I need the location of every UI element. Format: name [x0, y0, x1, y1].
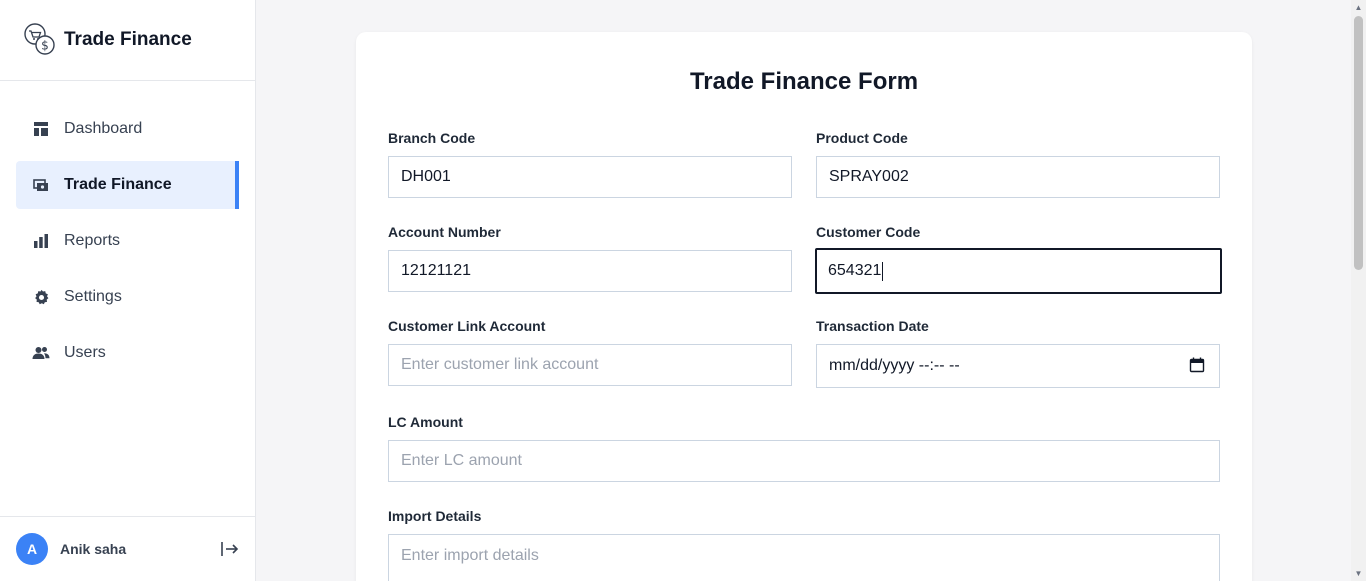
sidebar-item-users[interactable]: Users — [16, 329, 239, 377]
import-details-textarea[interactable]: Enter import details — [388, 534, 1220, 581]
user-name: Anik saha — [60, 541, 127, 557]
sidebar-item-settings[interactable]: Settings — [16, 273, 239, 321]
transaction-date-value: mm/dd/yyyy --:-- -- — [829, 357, 960, 374]
sidebar-item-label: Users — [64, 344, 106, 361]
logout-icon[interactable] — [220, 540, 240, 558]
branch-code-value: DH001 — [401, 168, 451, 185]
trade-finance-form-card: Trade Finance Form Branch Code DH001 Pro… — [356, 32, 1252, 581]
scrollbar-thumb[interactable] — [1354, 16, 1363, 270]
dashboard-icon — [32, 120, 50, 138]
customer-code-label: Customer Code — [816, 224, 921, 240]
sidebar-item-label: Reports — [64, 232, 121, 249]
import-details-placeholder: Enter import details — [401, 547, 539, 564]
trade-finance-icon — [32, 176, 50, 194]
page-scrollbar[interactable]: ▲ ▼ — [1351, 0, 1366, 581]
account-number-label: Account Number — [388, 224, 501, 240]
import-details-label: Import Details — [388, 508, 482, 524]
gear-icon — [32, 288, 50, 306]
account-number-value: 12121121 — [401, 262, 471, 279]
customer-link-account-label: Customer Link Account — [388, 318, 546, 334]
brand: $ Trade Finance — [0, 0, 255, 81]
customer-code-value: 654321 — [828, 262, 882, 279]
account-number-input[interactable]: 12121121 — [388, 250, 792, 292]
product-code-input[interactable]: SPRAY002 — [816, 156, 1220, 198]
customer-link-account-placeholder: Enter customer link account — [401, 356, 599, 373]
sidebar-item-label: Settings — [64, 288, 122, 305]
customer-link-account-input[interactable]: Enter customer link account — [388, 344, 792, 386]
sidebar: $ Trade Finance Dashboard Trade Finance … — [0, 0, 256, 581]
product-code-value: SPRAY002 — [829, 168, 909, 185]
branch-code-label: Branch Code — [388, 130, 476, 146]
lc-amount-input[interactable]: Enter LC amount — [388, 440, 1220, 482]
form-title: Trade Finance Form — [689, 68, 919, 95]
sidebar-item-label: Dashboard — [64, 120, 143, 137]
transaction-date-label: Transaction Date — [816, 318, 929, 334]
brand-title: Trade Finance — [64, 29, 192, 50]
scroll-down-arrow-icon[interactable]: ▼ — [1354, 569, 1363, 578]
svg-text:$: $ — [41, 39, 49, 53]
sidebar-item-trade-finance[interactable]: Trade Finance — [16, 161, 239, 209]
sidebar-item-dashboard[interactable]: Dashboard — [16, 105, 239, 153]
avatar[interactable]: A — [16, 533, 48, 565]
branch-code-input[interactable]: DH001 — [388, 156, 792, 198]
sidebar-item-reports[interactable]: Reports — [16, 217, 239, 265]
user-profile-bar: A Anik saha — [0, 516, 256, 581]
users-icon — [32, 344, 50, 362]
transaction-date-input[interactable]: mm/dd/yyyy --:-- -- — [816, 344, 1220, 388]
trade-finance-logo-icon: $ — [24, 23, 55, 55]
customer-code-input[interactable]: 654321 — [815, 248, 1222, 294]
calendar-icon[interactable] — [1189, 357, 1205, 373]
product-code-label: Product Code — [816, 130, 908, 146]
lc-amount-label: LC Amount — [388, 414, 463, 430]
sidebar-nav: Dashboard Trade Finance Reports Settings… — [0, 81, 255, 377]
scroll-up-arrow-icon[interactable]: ▲ — [1354, 3, 1363, 12]
sidebar-item-label: Trade Finance — [64, 176, 172, 193]
lc-amount-placeholder: Enter LC amount — [401, 452, 522, 469]
bar-chart-icon — [32, 232, 50, 250]
text-caret — [882, 261, 884, 281]
